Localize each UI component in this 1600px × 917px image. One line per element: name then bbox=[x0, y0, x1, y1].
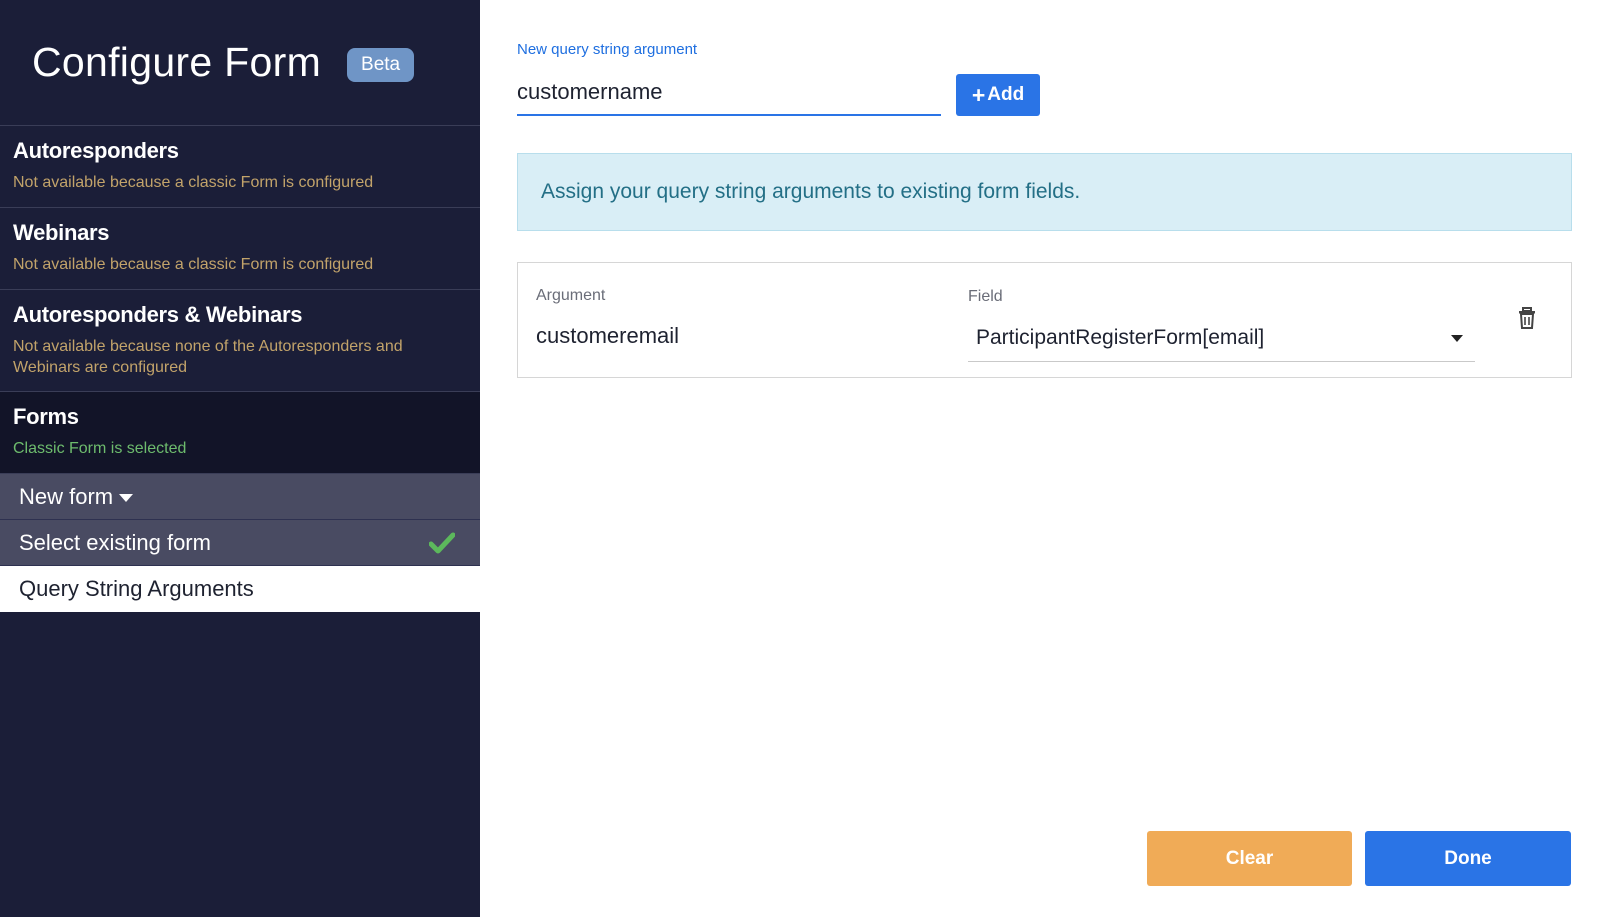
main-panel: New query string argument + Add Assign y… bbox=[480, 0, 1600, 917]
section-subtitle: Not available because none of the Autore… bbox=[13, 338, 403, 376]
page-title: Configure Form bbox=[32, 39, 322, 85]
beta-badge: Beta bbox=[347, 47, 415, 82]
section-title: Autoresponders & Webinars bbox=[13, 302, 303, 327]
new-query-arg-input[interactable] bbox=[517, 70, 941, 116]
sidebar: Configure Form Beta Autoresponders Not a… bbox=[0, 0, 480, 917]
section-subtitle: Not available because a classic Form is … bbox=[13, 174, 374, 191]
new-form-label-wrap: New form bbox=[19, 483, 134, 510]
plus-icon: + bbox=[971, 81, 986, 108]
argument-mapping-row: Argument customeremail Field Participant… bbox=[517, 262, 1572, 378]
info-alert: Assign your query string arguments to ex… bbox=[517, 153, 1572, 231]
query-string-arguments-item[interactable]: Query String Arguments bbox=[0, 566, 480, 612]
field-select[interactable]: ParticipantRegisterForm[email] bbox=[968, 315, 1475, 362]
section-subtitle: Not available because a classic Form is … bbox=[13, 256, 374, 273]
add-button[interactable]: + Add bbox=[956, 74, 1040, 116]
select-existing-form-item[interactable]: Select existing form bbox=[0, 520, 480, 566]
section-title: Autoresponders bbox=[13, 138, 179, 163]
new-form-dropdown[interactable]: New form bbox=[0, 474, 480, 520]
section-subtitle: Classic Form is selected bbox=[13, 440, 187, 457]
section-title: Forms bbox=[13, 404, 79, 429]
query-string-arguments-label: Query String Arguments bbox=[19, 576, 254, 601]
section-autoresponders-webinars[interactable]: Autoresponders & Webinars Not available … bbox=[0, 290, 480, 392]
chevron-down-icon bbox=[1451, 334, 1463, 342]
section-forms[interactable]: Forms Classic Form is selected bbox=[0, 392, 480, 474]
caret-down-icon bbox=[119, 493, 134, 502]
section-title: Webinars bbox=[13, 220, 110, 245]
add-button-label: Add bbox=[987, 84, 1025, 105]
field-select-value: ParticipantRegisterForm[email] bbox=[976, 326, 1265, 349]
argument-value: customeremail bbox=[536, 323, 680, 348]
trash-icon[interactable] bbox=[1518, 307, 1536, 329]
select-existing-form-label: Select existing form bbox=[19, 529, 211, 555]
argument-label: Argument bbox=[536, 287, 606, 304]
new-form-label: New form bbox=[19, 483, 114, 509]
clear-button[interactable]: Clear bbox=[1147, 831, 1352, 886]
section-webinars[interactable]: Webinars Not available because a classic… bbox=[0, 208, 480, 290]
new-query-arg-label: New query string argument bbox=[517, 41, 698, 58]
info-alert-text: Assign your query string arguments to ex… bbox=[541, 180, 1081, 203]
check-icon bbox=[429, 532, 455, 553]
section-autoresponders[interactable]: Autoresponders Not available because a c… bbox=[0, 126, 480, 208]
sidebar-header: Configure Form Beta bbox=[0, 0, 480, 126]
done-button[interactable]: Done bbox=[1365, 831, 1571, 886]
field-label: Field bbox=[968, 288, 1003, 305]
